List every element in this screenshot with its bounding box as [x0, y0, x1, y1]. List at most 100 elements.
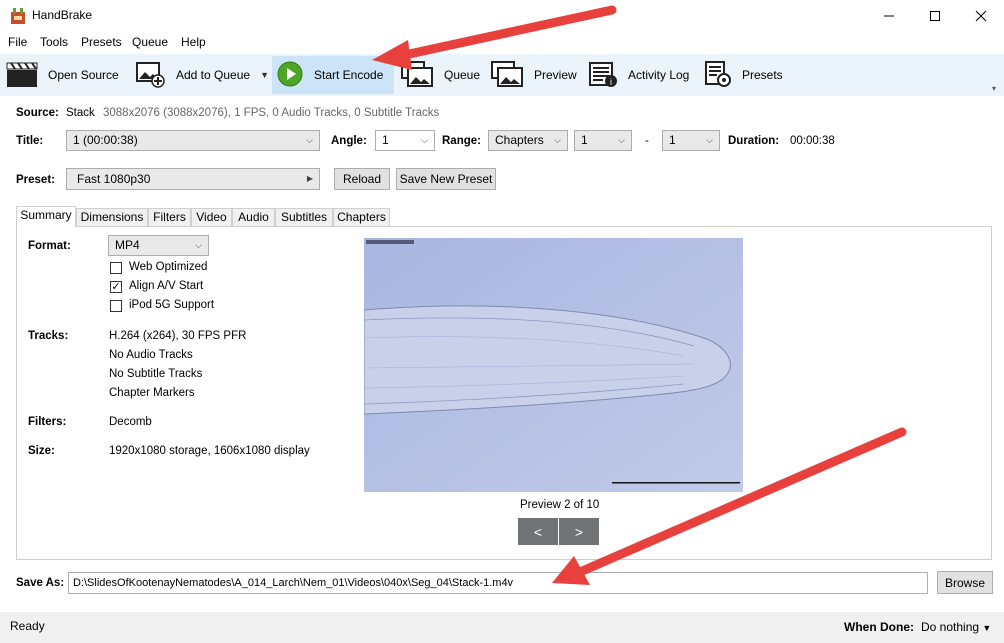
activity-log-label: Activity Log	[628, 68, 690, 82]
align-av-label: Align A/V Start	[129, 280, 204, 292]
preset-value: Fast 1080p30	[77, 172, 151, 186]
menu-help[interactable]: Help	[181, 35, 206, 49]
range-type-value: Chapters	[495, 133, 544, 147]
queue-images-icon	[400, 60, 434, 91]
activity-log-icon: i	[588, 60, 618, 91]
menu-queue[interactable]: Queue	[132, 35, 168, 49]
save-as-label: Save As:	[16, 577, 65, 589]
angle-label: Angle:	[331, 135, 367, 147]
angle-dropdown-value: 1	[382, 133, 389, 147]
format-dropdown[interactable]: MP4 ⌵	[108, 235, 209, 256]
format-value: MP4	[115, 238, 140, 252]
chevron-down-icon: ▼	[982, 623, 992, 633]
activity-log-button[interactable]: i Activity Log	[588, 56, 694, 94]
save-new-preset-button[interactable]: Save New Preset	[396, 168, 496, 190]
close-button[interactable]	[958, 0, 1004, 32]
title-label: Title:	[16, 135, 44, 147]
chevron-right-icon: ▶	[306, 174, 313, 183]
maximize-button[interactable]	[912, 0, 958, 32]
menu-presets[interactable]: Presets	[81, 35, 122, 49]
format-label: Format:	[28, 240, 71, 252]
play-icon	[276, 60, 304, 91]
when-done-dropdown[interactable]: Do nothing ▼	[921, 620, 991, 634]
when-done-label: When Done:	[844, 620, 914, 634]
range-dash: -	[645, 135, 649, 147]
range-end-dropdown[interactable]: 1 ⌵	[662, 130, 720, 151]
chevron-down-icon: ⌵	[421, 135, 428, 145]
open-source-button[interactable]: Open Source	[6, 56, 126, 94]
add-to-queue-button[interactable]: Add to Queue ▼	[134, 56, 270, 94]
add-image-icon	[134, 60, 166, 91]
tab-video[interactable]: Video	[191, 208, 232, 226]
filters-label: Filters:	[28, 416, 67, 428]
chevron-down-icon[interactable]: ▼	[260, 70, 269, 80]
preview-prev-button[interactable]: <	[518, 518, 558, 545]
menu-file[interactable]: File	[8, 35, 27, 49]
range-type-dropdown[interactable]: Chapters ⌵	[488, 130, 568, 151]
angle-dropdown[interactable]: 1 ⌵	[375, 130, 435, 151]
tab-dimensions[interactable]: Dimensions	[76, 208, 148, 226]
range-label: Range:	[442, 135, 481, 147]
align-av-checkbox[interactable]: ✓	[110, 281, 122, 293]
presets-label: Presets	[742, 68, 783, 82]
preview-image	[363, 238, 743, 492]
chevron-down-icon: ⌵	[306, 135, 313, 145]
ipod-label: iPod 5G Support	[129, 299, 215, 311]
tracks-label: Tracks:	[28, 330, 69, 342]
queue-button[interactable]: Queue	[400, 56, 484, 94]
track-chapters: Chapter Markers	[109, 387, 195, 399]
minimize-button[interactable]	[866, 0, 912, 32]
track-audio: No Audio Tracks	[109, 349, 193, 361]
toolbar-overflow-icon[interactable]: ▾	[992, 84, 996, 93]
presets-gear-icon	[704, 60, 732, 91]
preset-label: Preset:	[16, 174, 55, 186]
svg-text:i: i	[610, 77, 612, 87]
web-optimized-checkbox[interactable]	[110, 262, 122, 274]
clapperboard-icon	[6, 60, 38, 91]
title-dropdown-value: 1 (00:00:38)	[73, 133, 138, 147]
chevron-down-icon: ⌵	[554, 135, 561, 145]
reload-button[interactable]: Reload	[334, 168, 390, 190]
preview-button[interactable]: Preview	[490, 56, 580, 94]
tab-filters[interactable]: Filters	[148, 208, 191, 226]
preset-selector[interactable]: Fast 1080p30 ▶	[66, 168, 320, 190]
chevron-down-icon: ⌵	[195, 240, 202, 250]
queue-label: Queue	[444, 68, 481, 82]
source-name: Stack	[66, 107, 95, 119]
start-encode-label: Start Encode	[314, 68, 384, 82]
filters-value: Decomb	[109, 416, 152, 428]
preview-next-button[interactable]: >	[559, 518, 599, 545]
range-start-value: 1	[581, 133, 588, 147]
presets-button[interactable]: Presets	[704, 56, 788, 94]
source-details: 3088x2076 (3088x2076), 1 FPS, 0 Audio Tr…	[103, 107, 440, 119]
tab-subtitles[interactable]: Subtitles	[275, 208, 333, 226]
preview-caption: Preview 2 of 10	[520, 499, 600, 511]
tab-summary[interactable]: Summary	[16, 206, 76, 227]
menu-tools[interactable]: Tools	[40, 35, 68, 49]
title-bar	[0, 0, 1004, 32]
range-end-value: 1	[669, 133, 676, 147]
range-start-dropdown[interactable]: 1 ⌵	[574, 130, 632, 151]
ipod-checkbox[interactable]	[110, 300, 122, 312]
when-done-value: Do nothing	[921, 620, 980, 634]
add-to-queue-label: Add to Queue	[176, 68, 251, 82]
tab-chapters[interactable]: Chapters	[333, 208, 390, 226]
web-optimized-label: Web Optimized	[129, 261, 208, 273]
open-source-label: Open Source	[48, 68, 119, 82]
chevron-down-icon: ⌵	[618, 135, 625, 145]
handbrake-logo-icon	[9, 7, 27, 25]
preview-images-icon	[490, 60, 524, 91]
track-subtitles: No Subtitle Tracks	[109, 368, 203, 380]
title-dropdown[interactable]: 1 (00:00:38) ⌵	[66, 130, 320, 151]
track-video: H.264 (x264), 30 FPS PFR	[109, 330, 247, 342]
tab-audio[interactable]: Audio	[232, 208, 275, 226]
window-title: HandBrake	[32, 8, 93, 22]
preview-label: Preview	[534, 68, 577, 82]
browse-button[interactable]: Browse	[937, 571, 993, 594]
status-text: Ready	[10, 619, 45, 633]
size-value: 1920x1080 storage, 1606x1080 display	[109, 445, 310, 457]
duration-label: Duration:	[728, 135, 780, 147]
save-as-path-input[interactable]: D:\SlidesOfKootenayNematodes\A_014_Larch…	[68, 572, 928, 594]
chevron-down-icon: ⌵	[706, 135, 713, 145]
start-encode-button[interactable]: Start Encode	[272, 56, 394, 94]
